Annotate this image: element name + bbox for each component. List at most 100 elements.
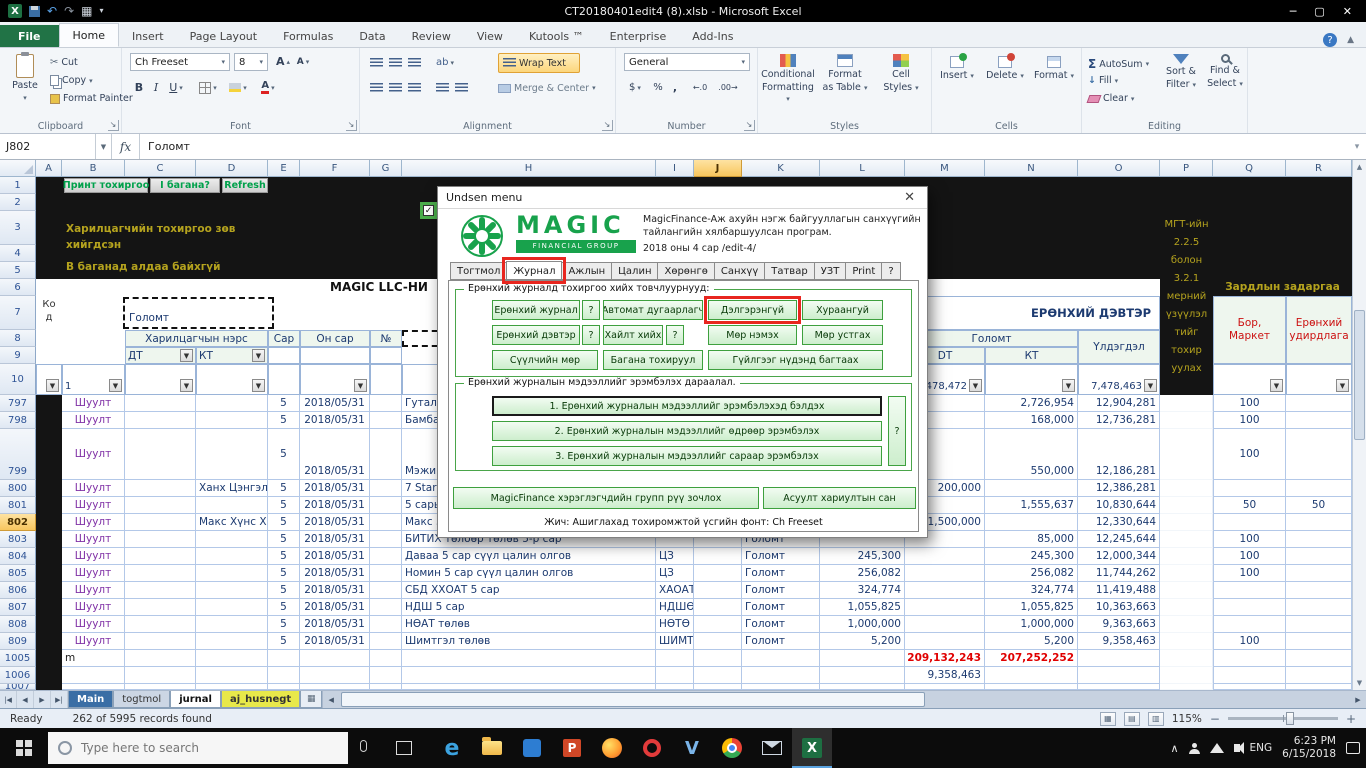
- delete-cells-button[interactable]: Delete ▾: [982, 53, 1028, 82]
- shrink-font-button[interactable]: A▾: [294, 53, 312, 70]
- cell-P807[interactable]: [1160, 599, 1213, 616]
- cell-B803[interactable]: Шуулт: [62, 531, 125, 548]
- sort-by-month-button[interactable]: 3. Ерөнхий журналын мэдээллийг сараар эр…: [492, 446, 882, 466]
- header-golomt-bank[interactable]: Голомт: [905, 330, 1078, 347]
- cell-R799[interactable]: [1286, 429, 1352, 480]
- cell-I807[interactable]: НДШӨ: [656, 599, 694, 616]
- cell-M805[interactable]: [905, 565, 985, 582]
- cell-Q1005[interactable]: [1213, 650, 1286, 667]
- col-header-N[interactable]: N: [985, 160, 1078, 177]
- expand-formula-bar-icon[interactable]: ▾: [1348, 134, 1366, 159]
- ribbon-tab-insert[interactable]: Insert: [119, 25, 177, 47]
- cell-G808[interactable]: [370, 616, 402, 633]
- header-month[interactable]: Сар: [268, 330, 300, 347]
- summary-button[interactable]: Хураангуй: [802, 300, 883, 320]
- row-header-802[interactable]: 802: [0, 514, 36, 531]
- network-icon[interactable]: [1210, 743, 1224, 753]
- cell-styles-button[interactable]: CellStyles ▾: [874, 51, 928, 94]
- microphone-icon[interactable]: [360, 740, 367, 752]
- cell-C807[interactable]: [125, 599, 196, 616]
- col-header-Q[interactable]: Q: [1213, 160, 1286, 177]
- taskbar-app-explorer[interactable]: [472, 728, 512, 768]
- cell-L804[interactable]: 245,300: [820, 548, 905, 565]
- cell-A801[interactable]: [36, 497, 62, 514]
- cell-Q804[interactable]: 100: [1213, 548, 1286, 565]
- cell-J807[interactable]: [694, 599, 742, 616]
- cell-D806[interactable]: [196, 582, 268, 599]
- bold-button[interactable]: B: [132, 79, 146, 96]
- cell-L1006[interactable]: [820, 667, 905, 684]
- cell-A797[interactable]: [36, 395, 62, 412]
- cell-G798[interactable]: [370, 412, 402, 429]
- cell-O803[interactable]: 12,245,644: [1078, 531, 1160, 548]
- cell-O1006[interactable]: [1078, 667, 1160, 684]
- comma-style-button[interactable]: ,: [668, 79, 682, 96]
- filter-dropdown-icon[interactable]: ▼: [109, 379, 122, 392]
- cell-A1005[interactable]: [36, 650, 62, 667]
- cell-G809[interactable]: [370, 633, 402, 650]
- merge-center-button[interactable]: Merge & Center▾: [498, 78, 610, 98]
- ribbon-tab-file[interactable]: File: [0, 25, 59, 47]
- col-header-G[interactable]: G: [370, 160, 402, 177]
- cell-N803[interactable]: 85,000: [985, 531, 1078, 548]
- cell-M807[interactable]: [905, 599, 985, 616]
- cell-C802[interactable]: [125, 514, 196, 531]
- cell-L1005[interactable]: [820, 650, 905, 667]
- dialog-tab-2[interactable]: Журнал: [506, 261, 562, 280]
- cell-B1005[interactable]: m: [62, 650, 125, 667]
- cell-F799[interactable]: 2018/05/31: [300, 429, 370, 480]
- cell-Q805[interactable]: 100: [1213, 565, 1286, 582]
- cell-E797[interactable]: 5: [268, 395, 300, 412]
- cell-Q802[interactable]: [1213, 514, 1286, 531]
- cell-O799[interactable]: 12,186,281: [1078, 429, 1160, 480]
- scroll-up-icon[interactable]: ▲: [1353, 160, 1366, 174]
- increase-decimal-button[interactable]: ←.0: [688, 79, 712, 96]
- cell-D803[interactable]: [196, 531, 268, 548]
- cell-D808[interactable]: [196, 616, 268, 633]
- wrap-text-button[interactable]: Wrap Text: [498, 53, 580, 73]
- cell-R797[interactable]: [1286, 395, 1352, 412]
- cell-B797[interactable]: Шуулт: [62, 395, 125, 412]
- taskbar-app-opera[interactable]: [632, 728, 672, 768]
- cell-P799[interactable]: [1160, 429, 1213, 480]
- scroll-down-icon[interactable]: ▼: [1353, 676, 1366, 690]
- cell-G10[interactable]: [370, 364, 402, 395]
- cell-F800[interactable]: 2018/05/31: [300, 480, 370, 497]
- cell-C7[interactable]: Голомт: [129, 312, 169, 324]
- dialog-tab-9[interactable]: Print: [845, 262, 882, 280]
- cell-E809[interactable]: 5: [268, 633, 300, 650]
- paste-button[interactable]: Paste ▾: [4, 51, 46, 104]
- dialog-tab-6[interactable]: Санхүү: [714, 262, 765, 280]
- italic-button[interactable]: I: [150, 79, 162, 96]
- ribbon-tab-kutools[interactable]: Kutools ™: [516, 25, 597, 47]
- print-config-button[interactable]: Принт тохиргоо: [64, 178, 148, 193]
- ribbon-tab-formulas[interactable]: Formulas: [270, 25, 346, 47]
- row-header-805[interactable]: 805: [0, 565, 36, 582]
- zoom-out-icon[interactable]: −: [1210, 712, 1220, 726]
- cell-G802[interactable]: [370, 514, 402, 531]
- dialog-tab-5[interactable]: Хөрөнгө: [657, 262, 714, 280]
- cell-P803[interactable]: [1160, 531, 1213, 548]
- cut-button[interactable]: ✂Cut: [50, 57, 78, 68]
- header-kt[interactable]: КТ▼: [196, 347, 268, 364]
- cell-D1006[interactable]: [196, 667, 268, 684]
- cell-F1006[interactable]: [300, 667, 370, 684]
- cell-P797[interactable]: [1160, 395, 1213, 412]
- cell-Q1006[interactable]: [1213, 667, 1286, 684]
- cell-N806[interactable]: 324,774: [985, 582, 1078, 599]
- cell-J1005[interactable]: [694, 650, 742, 667]
- normal-view-icon[interactable]: ▦: [1100, 712, 1116, 726]
- filter-dropdown-icon[interactable]: ▼: [252, 349, 265, 362]
- header-balance[interactable]: Үлдэгдэл: [1078, 330, 1160, 364]
- cell-A807[interactable]: [36, 599, 62, 616]
- minimize-button[interactable]: ─: [1290, 5, 1297, 18]
- dialog-title-bar[interactable]: Undsen menu ✕: [438, 187, 927, 209]
- cell-F809[interactable]: 2018/05/31: [300, 633, 370, 650]
- cell-R10[interactable]: ▼: [1286, 364, 1352, 395]
- sort-by-day-button[interactable]: 2. Ерөнхий журналын мэдээллийг өдрөөр эр…: [492, 421, 882, 441]
- dialog-tab-4[interactable]: Цалин: [611, 262, 658, 280]
- cell-D798[interactable]: [196, 412, 268, 429]
- cell-O806[interactable]: 11,419,488: [1078, 582, 1160, 599]
- col-header-A[interactable]: A: [36, 160, 62, 177]
- font-color-button[interactable]: A▾: [256, 79, 280, 96]
